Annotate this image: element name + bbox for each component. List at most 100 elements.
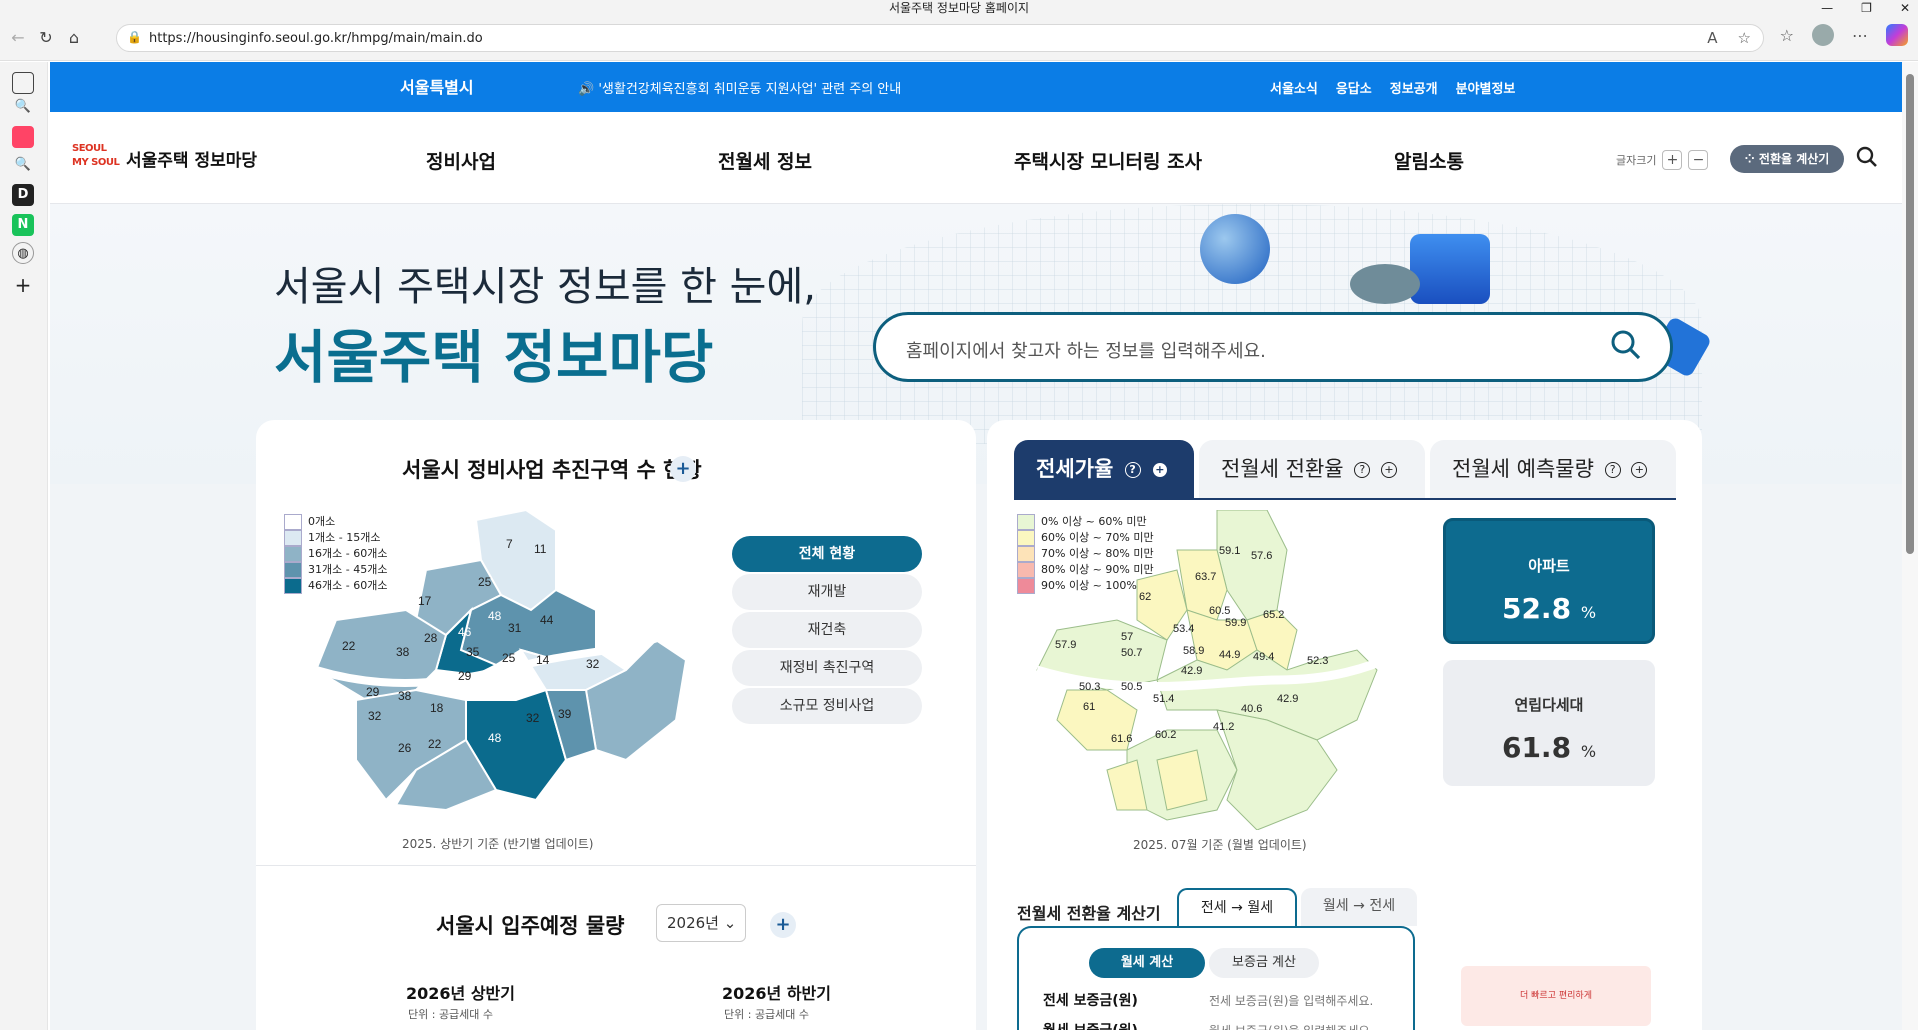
help-icon[interactable]: ? (1604, 462, 1621, 478)
redev-seoul-map[interactable]: 7 11 25 17 48 46 31 44 28 38 35 25 14 22 29 32 29 32… (296, 500, 726, 820)
svg-text:25: 25 (478, 575, 492, 589)
minimize-icon[interactable]: — (1821, 0, 1833, 16)
year-select[interactable]: 2026년 ⌄ (656, 904, 746, 942)
search-icon[interactable] (1856, 146, 1878, 173)
scrollbar-thumb[interactable] (1906, 74, 1914, 554)
rent-card: 전세가율 ? + 전월세 전환율 ? + 전월세 예측물량 ? + 0% 이상 … (987, 420, 1702, 1030)
home-icon[interactable]: ⌂ (62, 26, 86, 50)
notice-label[interactable]: '생활건강체육진흥회 취미운동 지원사업' 관련 주의 안내 (598, 82, 901, 97)
stat-row-house-value: 61.8 (1501, 731, 1572, 764)
svg-text:52.3: 52.3 (1307, 655, 1328, 667)
refresh-icon[interactable]: ↻ (34, 26, 58, 50)
seoul-my-soul-logo: SEOUL MY SOUL (72, 143, 120, 168)
site-name[interactable]: 서울주택 정보마당 (126, 146, 257, 171)
filter-redevelopment[interactable]: 재개발 (732, 574, 922, 610)
monthly-calc-button[interactable]: 월세 계산 (1089, 948, 1205, 978)
search-icon[interactable] (1610, 329, 1642, 361)
globe-icon[interactable]: ◍ (12, 242, 34, 264)
menu-market-monitoring[interactable]: 주택시장 모니터링 조사 (1014, 147, 1202, 174)
menu-notice[interactable]: 알림소통 (1394, 147, 1464, 174)
svg-text:32: 32 (368, 709, 382, 723)
converter-button[interactable]: ⁘ 전환율 계산기 (1730, 145, 1844, 173)
tab-conversion-rate[interactable]: 전월세 전환율 ? + (1199, 440, 1425, 498)
svg-text:61: 61 (1083, 701, 1095, 713)
svg-text:22: 22 (428, 737, 442, 751)
help-icon[interactable]: ? (1124, 462, 1141, 478)
add-icon[interactable]: + (12, 274, 34, 296)
close-icon[interactable]: ✕ (1900, 0, 1910, 16)
plus-icon[interactable]: + (1631, 462, 1648, 478)
address-bar[interactable]: 🔒 https://housinginfo.seoul.go.kr/hmpg/m… (116, 24, 1764, 52)
font-decrease-button[interactable]: − (1688, 150, 1709, 170)
jeonse-deposit-input[interactable]: 전세 보증금(원)을 입력해주세요. (1209, 992, 1373, 1009)
filter-all[interactable]: 전체 현황 (732, 536, 922, 572)
calc-tab-wolse-to-jeonse[interactable]: 월세 → 전세 (1301, 888, 1417, 926)
stat-unit: % (1580, 603, 1597, 622)
youtube-icon[interactable] (12, 126, 34, 148)
stat-apartment[interactable]: 아파트 52.8 % (1443, 518, 1655, 644)
favorite-star-icon[interactable]: ☆ (1738, 29, 1751, 47)
link-eungdapso[interactable]: 응답소 (1336, 78, 1372, 97)
svg-text:39: 39 (558, 707, 572, 721)
svg-text:57.9: 57.9 (1055, 639, 1076, 651)
menu-redevelopment[interactable]: 정비사업 (426, 147, 496, 174)
url-text[interactable]: https://housinginfo.seoul.go.kr/hmpg/mai… (149, 31, 483, 46)
svg-text:44: 44 (540, 613, 554, 627)
redev-caption: 2025. 상반기 기준 (반기별 업데이트) (402, 837, 594, 851)
copilot-icon[interactable] (1886, 24, 1908, 46)
menu-rent-info[interactable]: 전월세 정보 (718, 147, 812, 174)
promo-banner[interactable]: 더 빠르고 편리하게 (1461, 966, 1651, 1026)
svg-text:60.5: 60.5 (1209, 605, 1230, 617)
filter-reconstruction[interactable]: 재건축 (732, 612, 922, 648)
search-placeholder[interactable]: 홈페이지에서 찾고자 하는 정보를 입력해주세요. (906, 337, 1266, 363)
main-search-box[interactable]: 홈페이지에서 찾고자 하는 정보를 입력해주세요. (873, 312, 1673, 382)
more-menu-icon[interactable]: ⋯ (1852, 26, 1868, 45)
browser-sidebar: 🔍 🔍 D N ◍ + (0, 62, 48, 1030)
search-icon[interactable]: 🔍 (12, 154, 34, 176)
plus-icon[interactable]: + (1380, 462, 1397, 478)
dlab-icon[interactable]: D (12, 184, 34, 206)
lock-icon[interactable]: 🔒 (127, 30, 142, 44)
font-size-label: 글자크기 (1616, 154, 1657, 167)
window-titlebar: 서울주택 정보마당 홈페이지 — ❐ ✕ (0, 0, 1918, 16)
svg-text:65.2: 65.2 (1263, 609, 1284, 621)
seoul-city-logo[interactable]: 서울특별시 (400, 74, 474, 98)
restore-icon[interactable]: ❐ (1861, 0, 1872, 16)
calculator-box: 월세 계산 보증금 계산 전세 보증금(원) 전세 보증금(원)을 입력해주세요… (1017, 926, 1415, 1030)
tab-jeonse-ratio[interactable]: 전세가율 ? + (1014, 440, 1194, 498)
link-seoul-news[interactable]: 서울소식 (1270, 78, 1318, 97)
deposit-calc-button[interactable]: 보증금 계산 (1209, 948, 1319, 978)
calculator-title: 전월세 전환율 계산기 (1017, 904, 1161, 923)
favorites-icon[interactable]: ☆ (1780, 26, 1794, 45)
read-aloud-icon[interactable]: A (1707, 29, 1717, 47)
page-scrollbar[interactable] (1902, 62, 1918, 1030)
redev-title: 서울시 정비사업 추진구역 수 현황 (402, 458, 702, 482)
filter-small-scale[interactable]: 소규모 정비사업 (732, 688, 922, 724)
svg-text:38: 38 (396, 645, 410, 659)
supply-title: 서울시 입주예정 물량 (436, 914, 625, 938)
profile-avatar[interactable] (1812, 24, 1834, 46)
filter-promotion-zone[interactable]: 재정비 촉진구역 (732, 650, 922, 686)
plus-icon[interactable]: + (1151, 462, 1168, 478)
link-info-disclosure[interactable]: 정보공개 (1390, 78, 1438, 97)
svg-text:51.4: 51.4 (1153, 693, 1174, 705)
help-icon[interactable]: ? (1354, 462, 1371, 478)
redev-more-button[interactable]: + (670, 456, 696, 482)
search-icon[interactable]: 🔍 (12, 96, 34, 118)
stat-row-house[interactable]: 연립다세대 61.8 % (1443, 660, 1655, 786)
supply-more-button[interactable]: + (770, 912, 796, 938)
link-field-info[interactable]: 분야별정보 (1456, 78, 1516, 97)
svg-text:32: 32 (586, 657, 600, 671)
tabs-icon[interactable] (12, 72, 34, 94)
calc-tab-jeonse-to-wolse[interactable]: 전세 → 월세 (1177, 888, 1297, 926)
rent-seoul-map[interactable]: 59.1 57.6 63.7 62 60.5 65.2 53.4 59.9 57 57.9 5… (1017, 510, 1427, 830)
wolse-deposit-input[interactable]: 월세 보증금(원)을 입력해주세요. (1209, 1022, 1373, 1030)
tab-forecast-volume[interactable]: 전월세 예측물량 ? + (1430, 440, 1676, 498)
back-icon[interactable]: ← (6, 26, 30, 50)
site-brand[interactable]: SEOUL MY SOUL 서울주택 정보마당 (72, 142, 257, 174)
notice-text[interactable]: 🔊 '생활건강체육진흥회 취미운동 지원사업' 관련 주의 안내 (578, 78, 901, 97)
naver-icon[interactable]: N (12, 214, 34, 236)
hero-title: 서울주택 정보마당 (274, 325, 714, 391)
font-increase-button[interactable]: + (1662, 150, 1683, 170)
svg-text:50.3: 50.3 (1079, 681, 1100, 693)
